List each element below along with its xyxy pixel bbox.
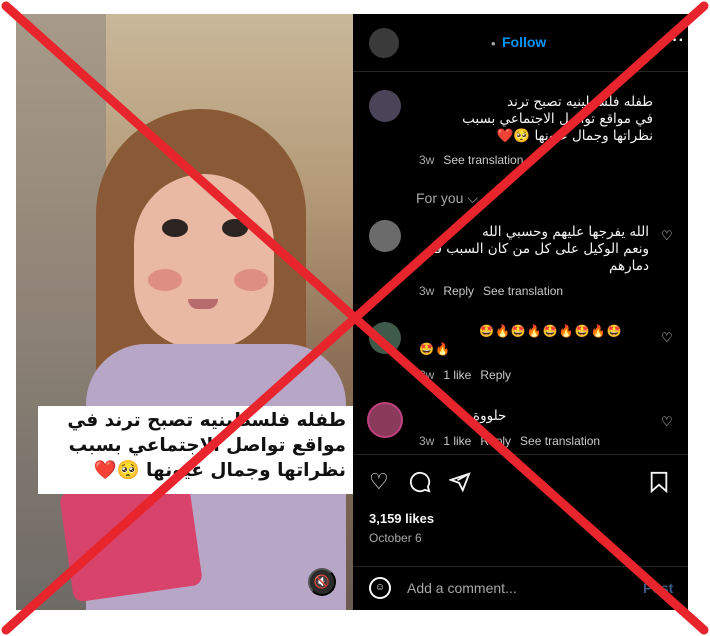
follow-button[interactable]: Follow	[502, 34, 546, 50]
caption-text: طفله فلسطينيه تصبح ترند في مواقع تواصل ا…	[413, 94, 653, 145]
emoji-picker-icon[interactable]: ☺	[369, 577, 391, 599]
comment-meta: 3w Reply See translation	[419, 284, 572, 298]
comment-line: الله يفرجها عليهم وحسبي الله	[481, 224, 649, 240]
post-side-panel: • Follow ··· طفله فلسطينيه تصبح ترند في …	[353, 14, 688, 610]
separator-dot: •	[491, 36, 496, 51]
post-header: • Follow ···	[353, 14, 688, 72]
heart-icon[interactable]: ♡	[369, 471, 389, 493]
add-comment-bar: ☺ Post	[353, 566, 688, 610]
comment-likes-count[interactable]: 1 like	[443, 434, 471, 448]
comment-meta: 3w 1 like Reply See translation	[419, 434, 609, 448]
speaker-mute-icon[interactable]: 🔇	[308, 568, 336, 596]
comment-meta: 3w See translation	[419, 153, 532, 167]
post-comment-button[interactable]: Post	[643, 580, 673, 596]
commenter-avatar[interactable]	[369, 90, 401, 122]
see-translation-link[interactable]: See translation	[443, 153, 523, 167]
post-viewer: 🔇 طفله فلسطينيه تصبح ترند في مواقع تواصل…	[16, 14, 688, 610]
post-media-video[interactable]: 🔇	[16, 14, 353, 610]
likes-count[interactable]: 3,159 likes	[369, 511, 434, 526]
comment-time: 3w	[419, 153, 435, 167]
child-face	[134, 174, 274, 349]
reply-link[interactable]: Reply	[480, 368, 511, 382]
child-right-eye	[222, 219, 248, 237]
commenter-avatar[interactable]	[369, 220, 401, 252]
comment-line: ونعم الوكيل على كل من كان السبب في	[424, 241, 649, 257]
comment-text: حلووة	[473, 408, 507, 424]
comment-sort-dropdown[interactable]: For you ⌵	[416, 190, 478, 207]
video-caption-overlay: طفله فلسطينيه تصبح ترند في مواقع تواصل ا…	[38, 406, 354, 494]
commenter-avatar-story[interactable]	[367, 402, 403, 438]
comment-line: في مواقع تواصل الاجتماعي بسبب	[462, 111, 653, 127]
caption-line: مواقع تواصل الاجتماعي بسبب	[68, 435, 346, 456]
caption-line: طفله فلسطينيه تصبح ترند في	[67, 410, 346, 431]
commenter-avatar[interactable]	[369, 322, 401, 354]
comment-emoji-line: 🤩🔥🤩🔥🤩🔥🤩🔥🤩	[479, 324, 623, 338]
see-translation-link[interactable]: See translation	[483, 284, 563, 298]
comment-likes-count[interactable]: 1 like	[443, 368, 471, 382]
child-left-eye	[162, 219, 188, 237]
child-left-cheek	[148, 269, 182, 291]
more-options-icon[interactable]: ···	[666, 32, 685, 50]
like-comment-icon[interactable]: ♡	[661, 228, 673, 244]
like-comment-icon[interactable]: ♡	[661, 414, 673, 430]
comment-time: 3w	[419, 284, 435, 298]
like-comment-icon[interactable]: ♡	[661, 330, 673, 346]
comment-time: 3w	[419, 368, 435, 382]
comment-line: طفله فلسطينيه تصبح ترند	[507, 94, 653, 110]
comment-line: نظراتها وجمال عيونها 🥺❤️	[496, 128, 653, 144]
comment-bubble-icon[interactable]	[409, 471, 431, 497]
comment-input[interactable]	[407, 580, 627, 596]
see-translation-link[interactable]: See translation	[520, 434, 600, 448]
comment-line: دمارهم	[609, 258, 649, 274]
comment-meta: 3w 1 like Reply	[419, 368, 520, 382]
comment-time: 3w	[419, 434, 435, 448]
post-date: October 6	[369, 531, 422, 545]
snack-bag	[58, 475, 204, 603]
reply-link[interactable]: Reply	[480, 434, 511, 448]
bookmark-icon[interactable]	[649, 471, 669, 497]
reply-link[interactable]: Reply	[443, 284, 474, 298]
comment-text: الله يفرجها عليهم وحسبي الله ونعم الوكيل…	[413, 224, 649, 275]
comment-emoji-line: 🤩🔥	[419, 342, 451, 356]
author-avatar[interactable]	[369, 28, 399, 58]
share-send-icon[interactable]	[448, 471, 471, 497]
caption-line: نظراتها وجمال عيونها 🥺❤️	[93, 460, 346, 481]
post-actions: ♡ 3,159 likes October 6	[353, 454, 688, 572]
child-right-cheek	[234, 269, 268, 291]
